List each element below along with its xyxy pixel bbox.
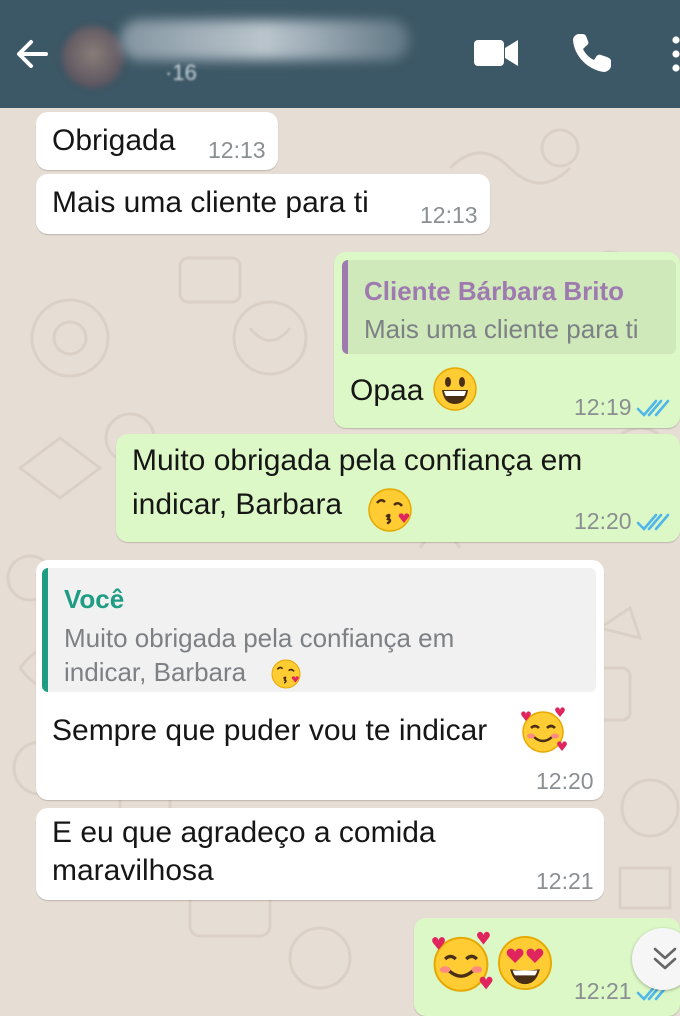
- video-call-icon[interactable]: [473, 36, 519, 70]
- smiling-face-with-hearts-emoji: [432, 931, 493, 992]
- contact-name-blurred[interactable]: [120, 20, 410, 60]
- message-text-line: Muito obrigada pela confiança em: [132, 444, 583, 477]
- double-chevron-down-icon: [653, 947, 677, 970]
- quoted-author: Cliente Bárbara Brito: [364, 276, 625, 306]
- grinning-face-emoji: [433, 367, 477, 411]
- message-time: 12:13: [420, 202, 478, 228]
- message-time: 12:20: [574, 508, 632, 534]
- message-bubble[interactable]: Mais uma cliente para ti 12:13: [36, 174, 490, 234]
- message-bubble[interactable]: Muito obrigada pela confiança em indicar…: [116, 434, 680, 542]
- more-options-icon[interactable]: [664, 34, 680, 74]
- message-text-line: E eu que agradeço a comida: [52, 816, 436, 849]
- chat-header: ·16: [0, 0, 680, 108]
- kiss-face-emoji: [271, 659, 301, 689]
- phone-call-icon[interactable]: [570, 32, 614, 74]
- kiss-face-emoji: [368, 488, 412, 532]
- message-time: 12:20: [536, 768, 594, 794]
- message-text: Sempre que puder vou te indicar: [52, 714, 488, 747]
- quoted-message[interactable]: Você Muito obrigada pela confiança em in…: [42, 568, 596, 692]
- last-seen-status: ·16: [165, 60, 197, 85]
- message-time: 12:19: [574, 394, 632, 420]
- avatar[interactable]: [62, 26, 124, 88]
- message-text: Obrigada: [52, 124, 176, 157]
- chat-area[interactable]: Obrigada 12:13 Mais uma cliente para ti …: [0, 108, 680, 1016]
- message-time: 12:21: [536, 868, 594, 894]
- message-time: 12:21: [574, 978, 632, 1004]
- quoted-message[interactable]: Cliente Bárbara Brito Mais uma cliente p…: [342, 260, 676, 354]
- message-text: Opaa: [350, 374, 424, 407]
- message-time: 12:13: [208, 137, 266, 163]
- message-text-line: indicar, Barbara: [132, 488, 343, 521]
- message-bubble[interactable]: Obrigada 12:13: [36, 112, 278, 170]
- heart-eyes-emoji: [498, 936, 552, 990]
- quoted-text-line: Muito obrigada pela confiança em: [64, 623, 455, 653]
- message-bubble[interactable]: Você Muito obrigada pela confiança em in…: [36, 560, 604, 800]
- quoted-author: Você: [64, 584, 125, 614]
- message-text: Mais uma cliente para ti: [52, 186, 369, 219]
- message-bubble[interactable]: E eu que agradeço a comida maravilhosa 1…: [36, 808, 604, 900]
- message-bubble[interactable]: Cliente Bárbara Brito Mais uma cliente p…: [334, 252, 680, 428]
- quoted-text: Mais uma cliente para ti: [364, 314, 639, 344]
- smiling-face-with-hearts-emoji: [521, 707, 567, 753]
- back-arrow-icon[interactable]: [12, 34, 52, 74]
- read-receipt-icon: [636, 399, 670, 417]
- message-text-line: maravilhosa: [52, 854, 214, 887]
- read-receipt-icon: [636, 513, 670, 531]
- quoted-text-line: indicar, Barbara: [64, 657, 247, 687]
